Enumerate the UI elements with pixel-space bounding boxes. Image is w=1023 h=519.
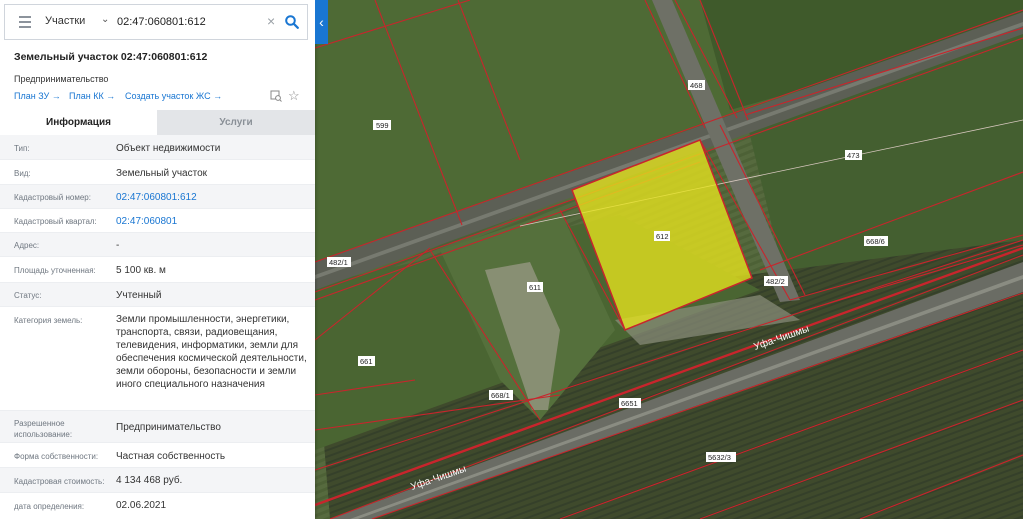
map-label-468: 468 xyxy=(690,81,703,90)
info-row-type: Тип: Объект недвижимости xyxy=(0,135,315,160)
measure-icon[interactable] xyxy=(270,90,282,102)
tab-services-label: Услуги xyxy=(219,117,253,128)
star-icon[interactable]: ☆ xyxy=(288,88,300,104)
info-panel: Участки ⌄ × Земельный участок 02:47:0608… xyxy=(0,0,315,519)
info-label: Кадастровая стоимость: xyxy=(14,477,105,486)
info-label: Кадастровый номер: xyxy=(14,193,91,202)
map-label-473: 473 xyxy=(847,151,860,160)
info-row-address: Адрес: - xyxy=(0,233,315,257)
chevron-left-icon: ‹ xyxy=(319,14,324,30)
link-plan-kk[interactable]: План КК → xyxy=(69,91,115,101)
info-label: Разрешенное использование: xyxy=(14,419,73,439)
search-icon[interactable] xyxy=(285,15,299,29)
object-subtitle: Предпринимательство xyxy=(14,74,109,84)
map-label-482-2: 482/2 xyxy=(766,277,785,286)
info-label: Вид: xyxy=(14,169,31,178)
map-label-611: 611 xyxy=(529,283,541,292)
map-label-6651: 6651 xyxy=(621,399,638,408)
info-value: 4 134 468 руб. xyxy=(116,475,183,486)
tab-information[interactable]: Информация xyxy=(0,110,157,135)
map-label-661: 661 xyxy=(360,357,373,366)
search-type-select[interactable]: Участки ⌄ xyxy=(45,14,115,31)
map-label-5632-3: 5632/3 xyxy=(708,453,731,462)
menu-icon[interactable] xyxy=(19,16,31,28)
info-row-area: Площадь уточненная: 5 100 кв. м xyxy=(0,257,315,283)
object-title: Земельный участок 02:47:060801:612 xyxy=(14,51,208,63)
info-label: Форма собственности: xyxy=(14,452,99,461)
link-create-parcel[interactable]: Создать участок ЖС → xyxy=(125,91,222,101)
info-label: Категория земель: xyxy=(14,316,83,325)
chevron-down-icon: ⌄ xyxy=(101,14,110,25)
map-label-668-1: 668/1 xyxy=(491,391,510,400)
map-label-668-6: 668/6 xyxy=(866,237,885,246)
search-input[interactable] xyxy=(117,12,262,32)
info-row-ownership: Форма собственности: Частная собственнос… xyxy=(0,443,315,468)
tabs: Информация Услуги xyxy=(0,110,315,135)
info-row-kind: Вид: Земельный участок xyxy=(0,160,315,185)
map-label-482-1: 482/1 xyxy=(329,258,348,267)
info-label: Площадь уточненная: xyxy=(14,266,96,275)
info-row-cadastral-value: Кадастровая стоимость: 4 134 468 руб. xyxy=(0,468,315,493)
map-label-599: 599 xyxy=(376,121,389,130)
info-value: Земли промышленности, энергетики, трансп… xyxy=(116,314,307,390)
info-label: Кадастровый квартал: xyxy=(14,217,97,226)
link-plan-zu[interactable]: План ЗУ → xyxy=(14,91,61,101)
info-value: Объект недвижимости xyxy=(116,143,221,154)
search-type-label: Участки xyxy=(45,15,86,27)
cadastral-quarter-link[interactable]: 02:47:060801 xyxy=(116,215,308,228)
info-row-valuation-date: дата определения: 02.06.2021 xyxy=(0,493,315,519)
info-value: 5 100 кв. м xyxy=(116,265,166,276)
info-value: Учтенный xyxy=(116,290,162,301)
search-bar: Участки ⌄ × xyxy=(4,4,308,40)
tab-information-label: Информация xyxy=(46,117,111,128)
info-value: 02.06.2021 xyxy=(116,500,167,511)
info-row-cadastral-quarter: Кадастровый квартал: 02:47:060801 xyxy=(0,209,315,233)
info-label: Тип: xyxy=(14,144,30,153)
info-row-permitted-use: Разрешенное использование: Предпринимате… xyxy=(0,411,315,443)
info-row-status: Статус: Учтенный xyxy=(0,283,315,307)
info-label: Статус: xyxy=(14,291,42,300)
info-value: Предпринимательство xyxy=(116,422,221,433)
info-label: дата определения: xyxy=(14,502,85,511)
info-row-land-category: Категория земель: Земли промышленности, … xyxy=(0,307,315,411)
info-label: Адрес: xyxy=(14,241,40,250)
collapse-panel-button[interactable]: ‹ xyxy=(315,0,328,44)
cadastral-number-link[interactable]: 02:47:060801:612 xyxy=(116,191,308,204)
info-value: Земельный участок xyxy=(116,168,208,179)
tab-services[interactable]: Услуги xyxy=(157,110,315,135)
info-value: Частная собственность xyxy=(116,451,226,462)
info-value: - xyxy=(116,240,120,251)
map-label-612: 612 xyxy=(656,232,669,241)
clear-icon[interactable]: × xyxy=(267,13,275,29)
info-row-cadastral-number: Кадастровый номер: 02:47:060801:612 xyxy=(0,185,315,209)
